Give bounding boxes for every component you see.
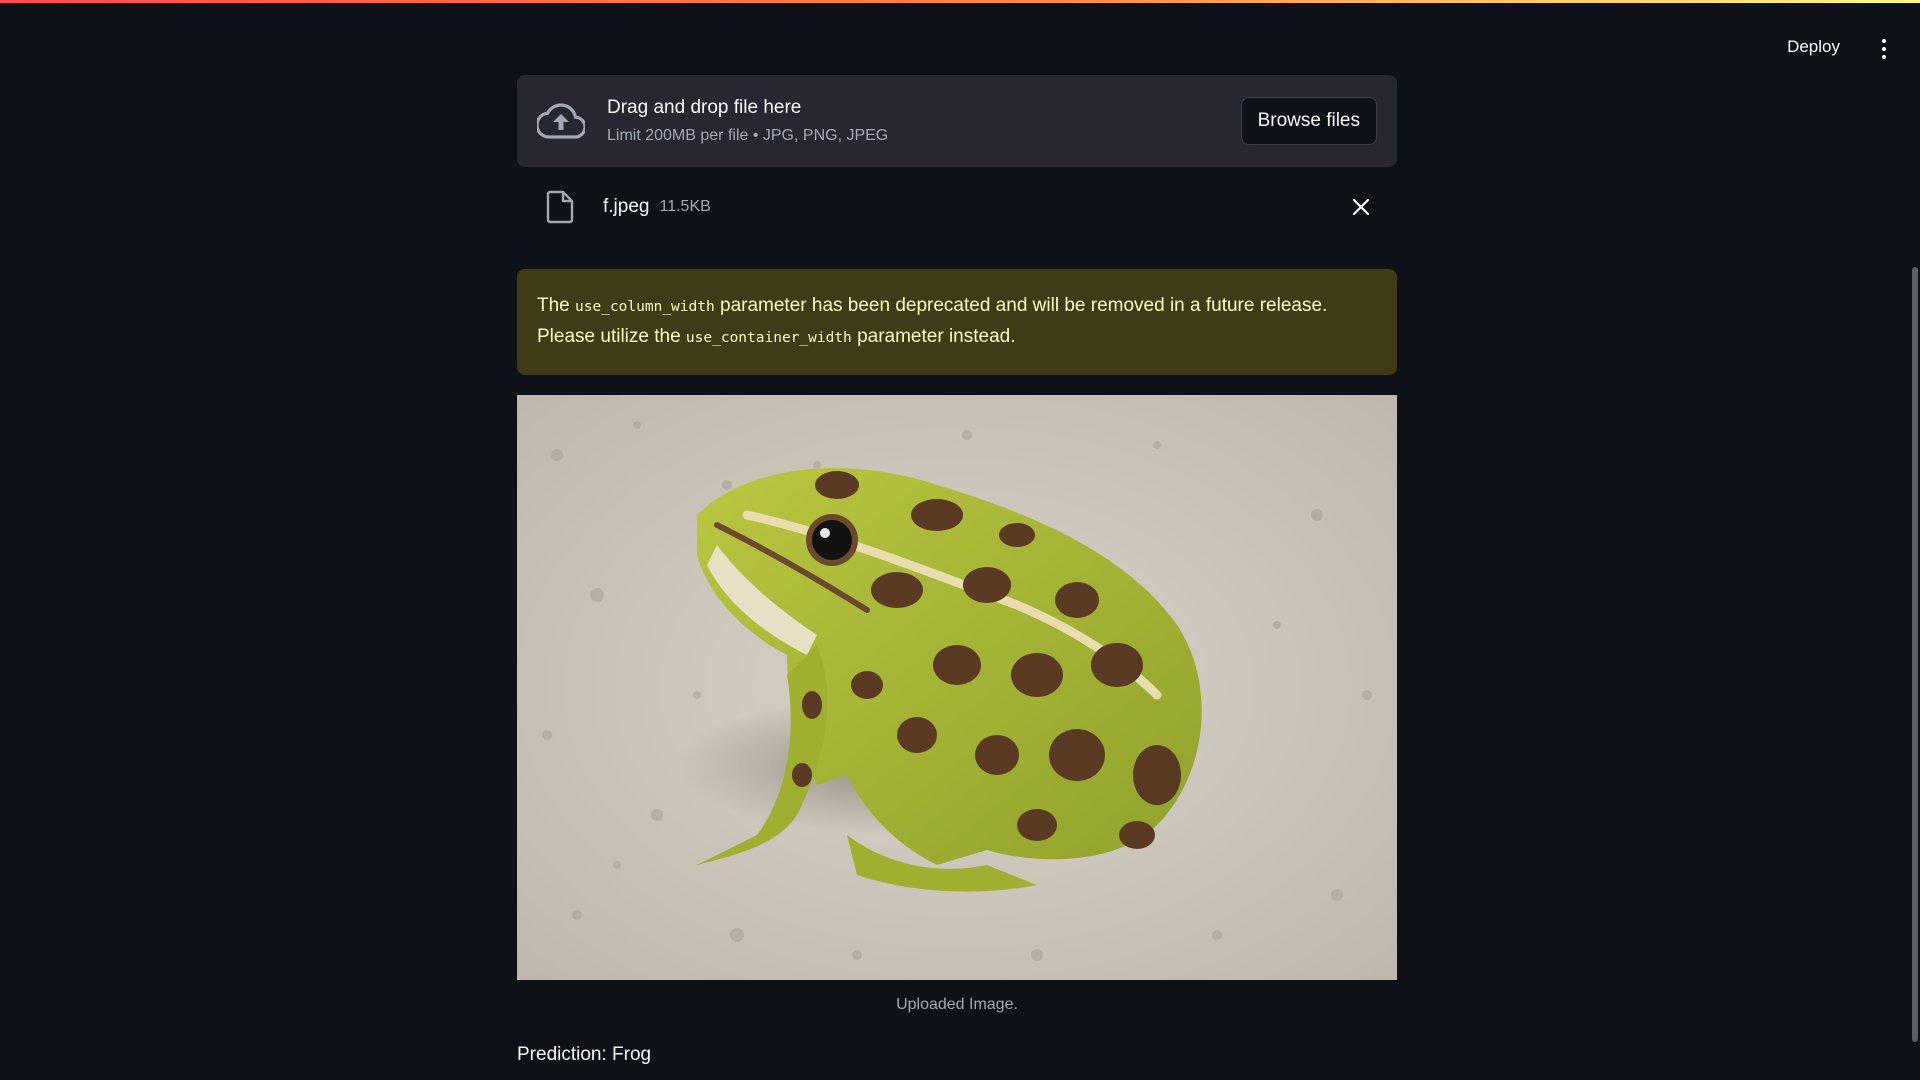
uploaded-file-row: f.jpeg 11.5KB	[517, 167, 1397, 247]
close-icon	[1352, 198, 1370, 216]
uploaded-frog-image	[517, 395, 1397, 980]
file-name: f.jpeg	[603, 196, 650, 217]
dropzone-title: Drag and drop file here	[607, 97, 802, 118]
deprecation-warning: The use_column_width parameter has been …	[517, 269, 1397, 375]
main-content: Drag and drop file here Limit 200MB per …	[517, 75, 1397, 1066]
warning-text-1: The	[537, 295, 576, 316]
warning-code-1: use_column_width	[575, 299, 715, 315]
file-size: 11.5KB	[659, 198, 711, 215]
main-menu-button[interactable]	[1866, 31, 1902, 67]
prediction-text: Prediction: Frog	[517, 1044, 652, 1065]
cloud-upload-icon	[537, 103, 585, 139]
remove-file-button[interactable]	[1345, 191, 1377, 223]
image-caption: Uploaded Image.	[896, 996, 1018, 1013]
file-dropzone[interactable]: Drag and drop file here Limit 200MB per …	[517, 75, 1397, 167]
warning-code-2: use_container_width	[685, 330, 852, 346]
dropzone-limit: Limit 200MB per file • JPG, PNG, JPEG	[607, 127, 889, 144]
warning-text-3: parameter instead.	[851, 326, 1016, 347]
deploy-button[interactable]: Deploy	[1777, 29, 1850, 65]
file-icon	[546, 190, 574, 224]
page-scrollbar[interactable]	[1908, 87, 1920, 1080]
scrollbar-thumb[interactable]	[1912, 267, 1918, 1042]
browse-files-button[interactable]: Browse files	[1240, 97, 1377, 145]
more-vert-icon	[1882, 39, 1886, 59]
dropzone-instructions: Drag and drop file here Limit 200MB per …	[607, 97, 1241, 145]
uploaded-image-container	[517, 395, 1397, 980]
